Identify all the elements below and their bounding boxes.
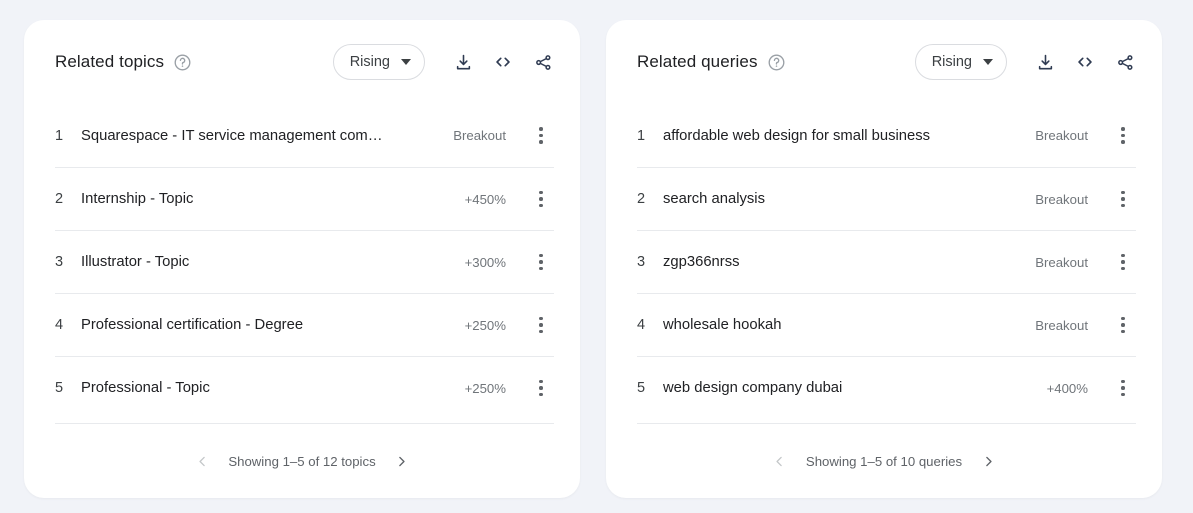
row-value: Breakout bbox=[453, 128, 506, 143]
pagination-label: Showing 1–5 of 10 queries bbox=[805, 453, 963, 469]
row-value: Breakout bbox=[1035, 317, 1088, 333]
chevron-right-icon[interactable] bbox=[980, 451, 996, 471]
related-topics-list: 1 Squarespace - IT service management co… bbox=[24, 104, 580, 423]
download-icon[interactable] bbox=[1034, 51, 1056, 73]
sort-select-rising[interactable]: Rising bbox=[332, 44, 425, 80]
pagination: Showing 1–5 of 10 queries bbox=[606, 424, 1162, 498]
more-vert-icon[interactable] bbox=[1110, 127, 1136, 144]
chevron-down-icon bbox=[983, 59, 993, 65]
row-title: web design company dubai bbox=[663, 380, 843, 396]
row-value: +450% bbox=[464, 191, 506, 207]
sort-select-label: Rising bbox=[931, 54, 972, 70]
row-value: +250% bbox=[464, 317, 506, 333]
table-row[interactable]: 3 zgp366nrss Breakout bbox=[637, 230, 1136, 293]
header-actions bbox=[452, 51, 554, 73]
more-vert-icon[interactable] bbox=[1110, 190, 1136, 208]
page-title: Related topics bbox=[55, 52, 165, 71]
sort-select-rising[interactable]: Rising bbox=[914, 44, 1007, 80]
row-value: +250% bbox=[464, 380, 506, 396]
table-row[interactable]: 4 wholesale hookah Breakout bbox=[637, 293, 1136, 356]
row-rank: 1 bbox=[637, 127, 646, 144]
row-value: Breakout bbox=[1035, 128, 1088, 143]
card-header: Related topics Rising bbox=[24, 20, 580, 104]
row-rank: 5 bbox=[55, 380, 64, 396]
more-vert-icon[interactable] bbox=[1110, 316, 1136, 334]
embed-code-icon[interactable] bbox=[492, 51, 514, 73]
more-vert-icon[interactable] bbox=[528, 190, 554, 208]
related-queries-list: 1 affordable web design for small busine… bbox=[606, 104, 1162, 423]
embed-code-icon[interactable] bbox=[1074, 51, 1096, 73]
share-icon[interactable] bbox=[1114, 51, 1136, 73]
related-queries-card: Related queries Rising 1 affordable web … bbox=[606, 20, 1162, 498]
row-rank: 4 bbox=[637, 317, 646, 333]
table-row[interactable]: 5 Professional - Topic +250% bbox=[55, 356, 554, 419]
table-row[interactable]: 4 Professional certification - Degree +2… bbox=[55, 293, 554, 356]
row-rank: 3 bbox=[637, 254, 646, 270]
more-vert-icon[interactable] bbox=[1110, 379, 1136, 397]
row-value: +300% bbox=[464, 254, 506, 270]
row-title: search analysis bbox=[663, 191, 765, 207]
row-value: +400% bbox=[1046, 380, 1088, 396]
more-vert-icon[interactable] bbox=[528, 127, 554, 144]
more-vert-icon[interactable] bbox=[528, 253, 554, 271]
more-vert-icon[interactable] bbox=[1110, 253, 1136, 271]
table-row[interactable]: 2 search analysis Breakout bbox=[637, 167, 1136, 230]
row-rank: 1 bbox=[55, 127, 64, 144]
table-row[interactable]: 3 Illustrator - Topic +300% bbox=[55, 230, 554, 293]
row-rank: 4 bbox=[55, 317, 64, 333]
pagination: Showing 1–5 of 12 topics bbox=[24, 424, 580, 498]
row-title: zgp366nrss bbox=[663, 254, 740, 270]
card-header: Related queries Rising bbox=[606, 20, 1162, 104]
help-circle-icon[interactable] bbox=[767, 53, 786, 72]
related-topics-card: Related topics Rising 1 Squarespace - IT… bbox=[24, 20, 580, 498]
row-title: Internship - Topic bbox=[81, 191, 194, 207]
chevron-down-icon bbox=[401, 59, 411, 65]
row-rank: 2 bbox=[55, 191, 64, 207]
table-row[interactable]: 5 web design company dubai +400% bbox=[637, 356, 1136, 419]
header-actions bbox=[1034, 51, 1136, 73]
row-title: Professional certification - Degree bbox=[81, 317, 304, 333]
pagination-label: Showing 1–5 of 12 topics bbox=[228, 453, 376, 469]
table-row[interactable]: 1 affordable web design for small busine… bbox=[637, 104, 1136, 167]
related-panels: Related topics Rising 1 Squarespace - IT… bbox=[0, 0, 1193, 513]
chevron-left-icon[interactable] bbox=[772, 451, 788, 471]
row-rank: 5 bbox=[637, 380, 646, 396]
help-circle-icon[interactable] bbox=[173, 53, 192, 72]
chevron-left-icon[interactable] bbox=[194, 451, 210, 471]
row-rank: 3 bbox=[55, 254, 64, 270]
row-title: Squarespace - IT service management com… bbox=[81, 127, 383, 144]
row-value: Breakout bbox=[1035, 191, 1088, 207]
page-title: Related queries bbox=[637, 52, 758, 71]
row-value: Breakout bbox=[1035, 254, 1088, 270]
row-title: affordable web design for small business bbox=[663, 127, 931, 144]
more-vert-icon[interactable] bbox=[528, 379, 554, 397]
row-title: Illustrator - Topic bbox=[81, 254, 190, 270]
more-vert-icon[interactable] bbox=[528, 316, 554, 334]
table-row[interactable]: 1 Squarespace - IT service management co… bbox=[55, 104, 554, 167]
row-rank: 2 bbox=[637, 191, 646, 207]
download-icon[interactable] bbox=[452, 51, 474, 73]
table-row[interactable]: 2 Internship - Topic +450% bbox=[55, 167, 554, 230]
chevron-right-icon[interactable] bbox=[394, 451, 410, 471]
sort-select-label: Rising bbox=[349, 54, 390, 70]
row-title: wholesale hookah bbox=[663, 317, 782, 333]
share-icon[interactable] bbox=[532, 51, 554, 73]
row-title: Professional - Topic bbox=[81, 380, 210, 396]
